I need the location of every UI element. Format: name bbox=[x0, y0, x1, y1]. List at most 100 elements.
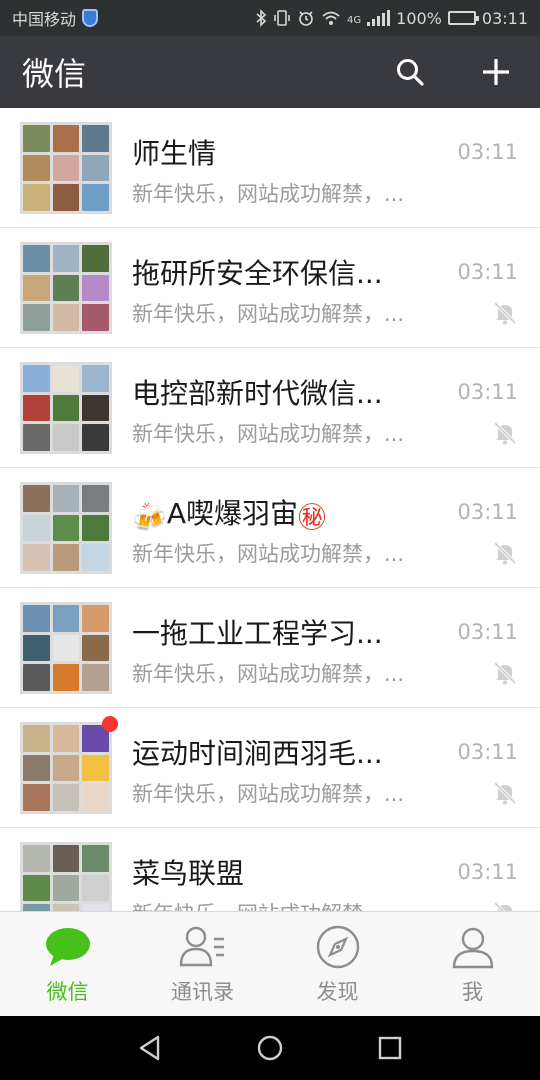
chat-name-text: 师生情 bbox=[132, 137, 217, 170]
avatar-tile bbox=[23, 184, 50, 211]
avatar-tile bbox=[52, 125, 80, 152]
group-avatar bbox=[20, 602, 112, 694]
network-type-label: 4G bbox=[347, 14, 362, 26]
alarm-icon bbox=[297, 9, 315, 27]
tab-bar: 微信 通讯录 发现 我 bbox=[0, 911, 540, 1016]
avatar-tile bbox=[23, 304, 50, 331]
avatar-tile bbox=[23, 725, 50, 752]
chat-bubble-icon bbox=[43, 922, 93, 972]
avatar-tile bbox=[82, 304, 109, 331]
avatar-tile bbox=[23, 154, 50, 182]
chat-body: 电控部新时代微信... 03:11 新年快乐，网站成功解禁，... bbox=[132, 348, 540, 468]
add-button[interactable] bbox=[474, 50, 518, 94]
status-left: 中国移动 bbox=[12, 6, 99, 30]
tab-me[interactable]: 我 bbox=[405, 912, 540, 1016]
secret-emoji: ㊙ bbox=[298, 501, 327, 534]
chat-name-text: 拖研所安全环保信... bbox=[132, 257, 383, 290]
back-triangle-icon bbox=[139, 1035, 160, 1061]
chat-row[interactable]: 拖研所安全环保信... 03:11 新年快乐，网站成功解禁，... bbox=[0, 228, 540, 348]
status-right: 4G 100% 03:11 bbox=[255, 9, 528, 28]
chat-row[interactable]: 运动时间涧西羽毛... 03:11 新年快乐，网站成功解禁，... bbox=[0, 708, 540, 828]
avatar-tile bbox=[52, 485, 80, 512]
chat-name: 菜鸟联盟 bbox=[132, 852, 244, 892]
contacts-icon bbox=[178, 922, 228, 972]
chat-body: 运动时间涧西羽毛... 03:11 新年快乐，网站成功解禁，... bbox=[132, 708, 540, 828]
search-icon bbox=[397, 59, 424, 86]
recents-button[interactable] bbox=[370, 1028, 410, 1068]
chat-preview: 新年快乐，网站成功解禁，... bbox=[132, 662, 405, 686]
avatar-tile bbox=[82, 424, 109, 451]
avatar-tile bbox=[23, 365, 50, 392]
chat-time: 03:11 bbox=[457, 500, 518, 524]
chat-row[interactable]: 菜鸟联盟 03:11 新年快乐，网站成功解禁，... bbox=[0, 828, 540, 911]
group-avatar bbox=[20, 242, 112, 334]
group-avatar bbox=[20, 122, 112, 214]
chat-row[interactable]: 电控部新时代微信... 03:11 新年快乐，网站成功解禁，... bbox=[0, 348, 540, 468]
avatar-tile bbox=[23, 424, 50, 451]
avatar-tile bbox=[23, 245, 50, 272]
avatar-tile bbox=[82, 664, 109, 691]
avatar-tile bbox=[52, 245, 80, 272]
avatar-tile bbox=[52, 784, 80, 811]
chat-name: 🍻A喫爆羽宙㊙ bbox=[132, 492, 326, 536]
chat-body: 🍻A喫爆羽宙㊙ 03:11 新年快乐，网站成功解禁，... bbox=[132, 468, 540, 588]
chat-preview: 新年快乐，网站成功解禁，... bbox=[132, 182, 405, 206]
chat-time: 03:11 bbox=[457, 380, 518, 404]
tab-label: 我 bbox=[462, 980, 483, 1004]
avatar-tile bbox=[82, 874, 109, 902]
avatar-tile bbox=[82, 904, 109, 911]
group-avatar bbox=[20, 482, 112, 574]
back-button[interactable] bbox=[130, 1028, 170, 1068]
home-button[interactable] bbox=[250, 1028, 290, 1068]
chat-name: 师生情 bbox=[132, 132, 216, 172]
chat-row[interactable]: 师生情 03:11 新年快乐，网站成功解禁，... bbox=[0, 108, 540, 228]
avatar-tile bbox=[82, 274, 109, 302]
avatar-tile bbox=[23, 394, 50, 422]
tab-discover[interactable]: 发现 bbox=[270, 912, 405, 1016]
page-title: 微信 bbox=[22, 55, 87, 93]
avatar-tile bbox=[82, 365, 109, 392]
beer-emoji: 🍻 bbox=[132, 501, 167, 534]
vibrate-icon bbox=[273, 9, 291, 27]
avatar-tile bbox=[52, 365, 80, 392]
avatar-tile bbox=[52, 634, 80, 662]
mute-bell-icon bbox=[493, 661, 517, 685]
avatar-tile bbox=[52, 845, 80, 872]
avatar-tile bbox=[52, 904, 80, 911]
wifi-icon bbox=[321, 10, 341, 26]
avatar-tile bbox=[23, 125, 50, 152]
avatar-tile bbox=[52, 274, 80, 302]
chat-body: 一拖工业工程学习... 03:11 新年快乐，网站成功解禁，... bbox=[132, 588, 540, 708]
app-header: 微信 bbox=[0, 36, 540, 108]
mute-bell-icon bbox=[493, 421, 517, 445]
tab-contacts[interactable]: 通讯录 bbox=[135, 912, 270, 1016]
tab-chats[interactable]: 微信 bbox=[0, 912, 135, 1016]
avatar-tile bbox=[82, 514, 109, 542]
search-button[interactable] bbox=[388, 50, 432, 94]
home-circle-icon bbox=[257, 1035, 283, 1061]
avatar-tile bbox=[23, 845, 50, 872]
chat-body: 拖研所安全环保信... 03:11 新年快乐，网站成功解禁，... bbox=[132, 228, 540, 348]
chat-list[interactable]: 师生情 03:11 新年快乐，网站成功解禁，... 拖研所安全环保信... 03:11 新… bbox=[0, 108, 540, 911]
chat-row[interactable]: 🍻A喫爆羽宙㊙ 03:11 新年快乐，网站成功解禁，... bbox=[0, 468, 540, 588]
unread-dot-icon bbox=[102, 716, 118, 732]
chat-name: 拖研所安全环保信... bbox=[132, 252, 383, 292]
avatar-tile bbox=[82, 154, 109, 182]
tab-label: 发现 bbox=[316, 980, 359, 1004]
chat-name-text: 运动时间涧西羽毛... bbox=[132, 737, 383, 770]
chat-time: 03:11 bbox=[457, 620, 518, 644]
avatar-tile bbox=[23, 274, 50, 302]
chat-row[interactable]: 一拖工业工程学习... 03:11 新年快乐，网站成功解禁，... bbox=[0, 588, 540, 708]
avatar-tile bbox=[52, 154, 80, 182]
status-bar: 中国移动 4G 100% 03:11 bbox=[0, 0, 540, 36]
avatar-tile bbox=[23, 485, 50, 512]
avatar-tile bbox=[52, 544, 80, 571]
avatar-tile bbox=[82, 605, 109, 632]
avatar-tile bbox=[23, 904, 50, 911]
avatar-tile bbox=[82, 485, 109, 512]
avatar-tile bbox=[23, 634, 50, 662]
mute-bell-icon bbox=[493, 781, 517, 805]
avatar-tile bbox=[52, 304, 80, 331]
avatar-tile bbox=[23, 664, 50, 691]
avatar-tile bbox=[52, 184, 80, 211]
